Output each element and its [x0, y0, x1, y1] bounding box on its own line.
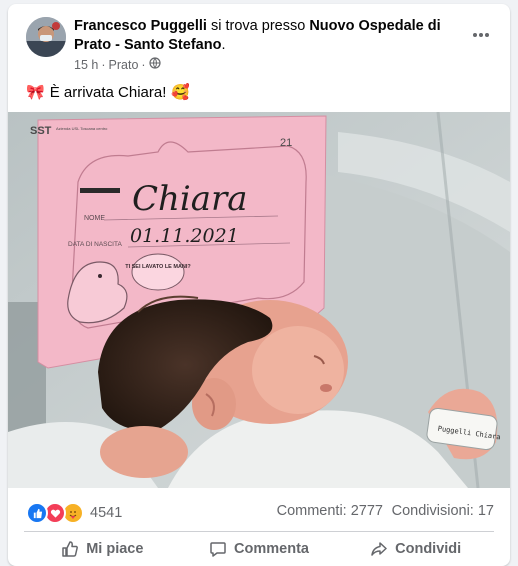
- location-prefix: si trova presso: [211, 18, 306, 34]
- more-icon: [473, 33, 489, 37]
- card-name-label: NOME: [84, 215, 105, 222]
- card-number: 21: [280, 137, 292, 149]
- thumbs-up-icon: [62, 541, 79, 557]
- post-card: Francesco Puggelli si trova presso Nuovo…: [8, 4, 510, 566]
- comments-count[interactable]: Commenti: 2777: [277, 503, 383, 519]
- card-brand-sub: Azienda USL Toscana centro: [56, 126, 108, 131]
- post-meta: 15 h · Prato ·: [74, 57, 161, 72]
- card-brand: SST: [30, 125, 52, 137]
- post-stats: 4541 Commenti: 2777 Condivisioni: 17: [8, 488, 510, 532]
- reactions-summary[interactable]: 4541: [26, 502, 122, 524]
- meta-separator: ·: [141, 57, 146, 72]
- post-author-line: Francesco Puggelli si trova presso Nuovo…: [74, 17, 464, 55]
- post-message: È arrivata Chiara!: [49, 83, 167, 101]
- post-actions: Mi piace Commenta Condividi: [24, 532, 494, 566]
- avatar-image: [26, 17, 66, 57]
- post-time[interactable]: 15 h: [74, 58, 98, 72]
- like-button[interactable]: Mi piace: [24, 532, 181, 566]
- post-text: 🎀 È arrivata Chiara! 🥰: [26, 83, 191, 102]
- meta-separator: ·: [101, 57, 106, 72]
- like-icon: [26, 502, 48, 524]
- comment-button[interactable]: Commenta: [181, 532, 338, 566]
- post-place[interactable]: Prato: [109, 58, 139, 72]
- newborn-photo: SST Azienda USL Toscana centro 21 Chiara…: [8, 112, 510, 488]
- author-name[interactable]: Francesco Puggelli: [74, 18, 207, 34]
- comment-label: Commenta: [234, 541, 309, 557]
- shares-count[interactable]: Condivisioni: 17: [392, 503, 494, 519]
- card-date-handwriting: 01.11.2021: [130, 225, 239, 247]
- card-bubble-text: TI SEI LAVATO LE MANI?: [125, 264, 191, 270]
- like-label: Mi piace: [86, 541, 144, 557]
- more-options-button[interactable]: [466, 20, 496, 50]
- author-avatar[interactable]: [26, 17, 66, 57]
- post-header: Francesco Puggelli si trova presso Nuovo…: [8, 4, 510, 84]
- ribbon-emoji: 🎀: [26, 84, 45, 101]
- reaction-count: 4541: [90, 505, 123, 521]
- share-icon: [371, 542, 387, 556]
- card-date-label: DATA DI NASCITA: [68, 241, 122, 248]
- post-photo[interactable]: SST Azienda USL Toscana centro 21 Chiara…: [8, 112, 510, 488]
- share-label: Condividi: [395, 541, 462, 557]
- card-name-handwriting: Chiara: [132, 179, 248, 219]
- share-button[interactable]: Condividi: [337, 532, 494, 566]
- globe-icon[interactable]: [148, 57, 161, 72]
- location-suffix: .: [221, 37, 226, 53]
- comment-icon: [210, 542, 226, 557]
- smiling-hearts-emoji: 🥰: [171, 84, 191, 101]
